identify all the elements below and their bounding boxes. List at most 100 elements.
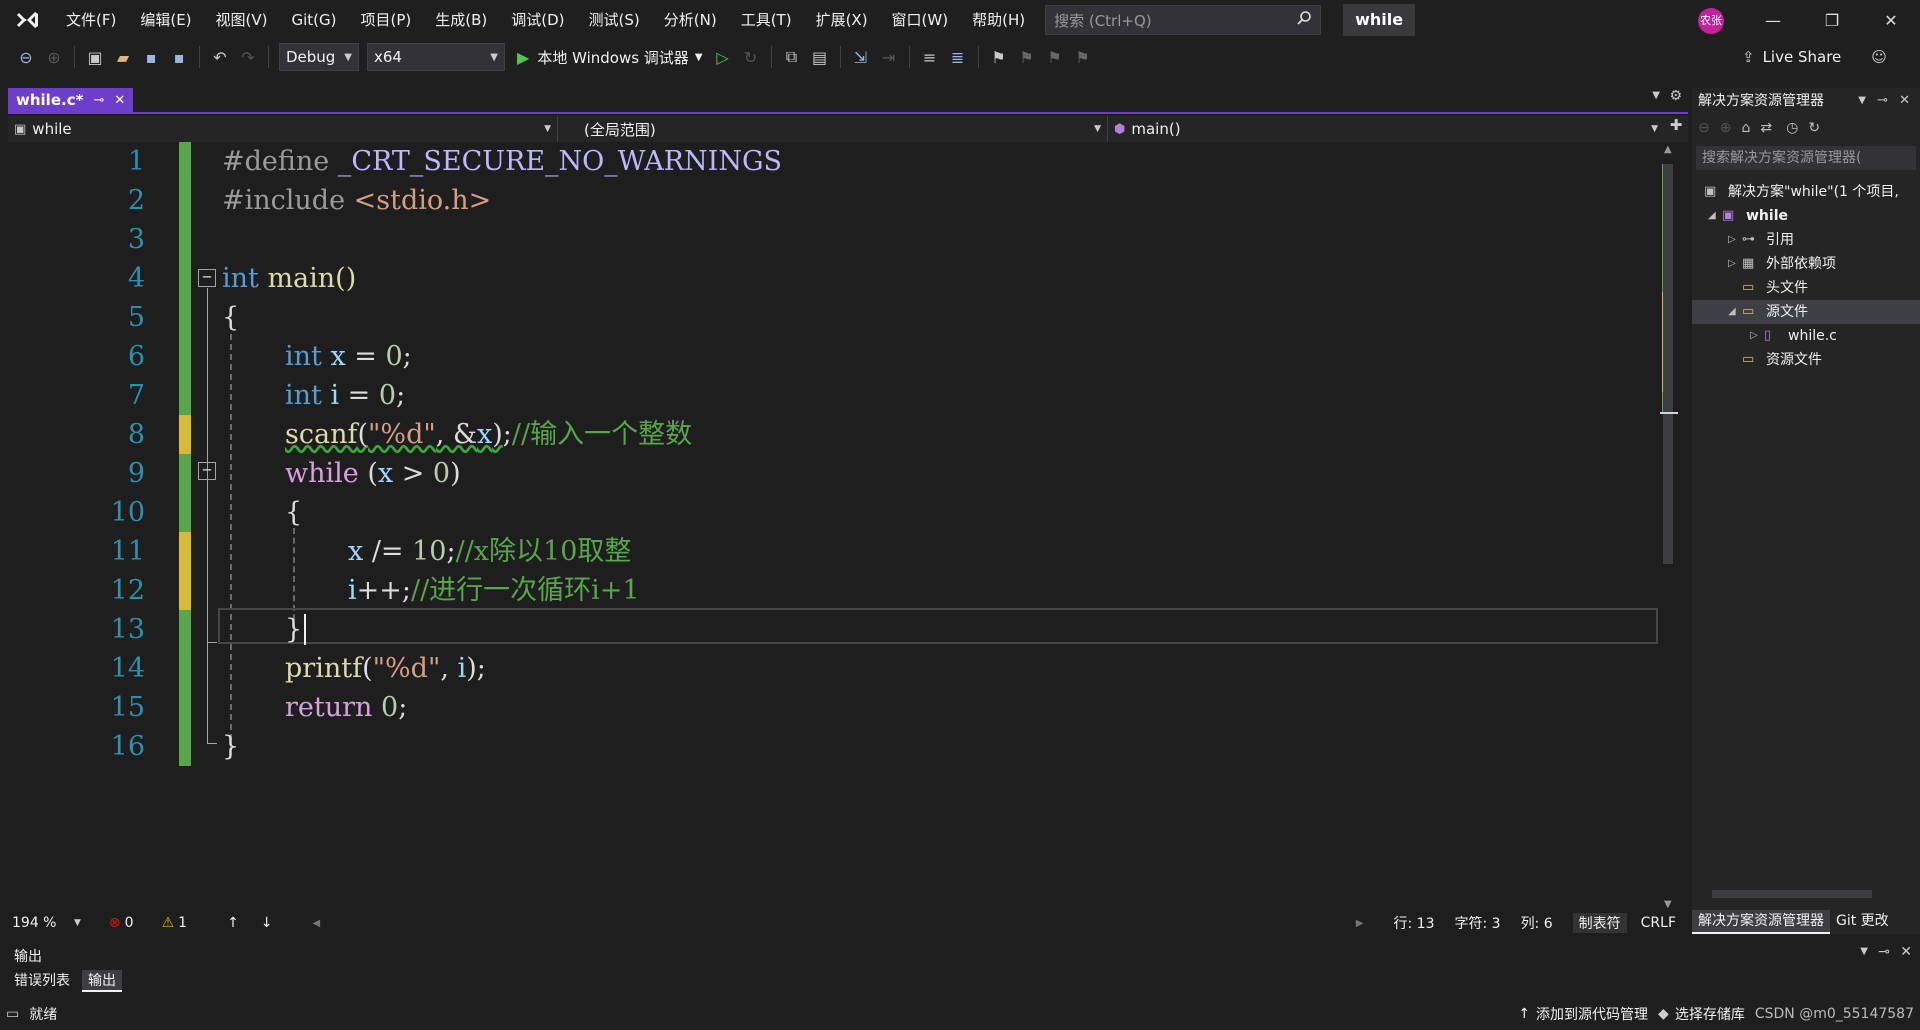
warning-count[interactable]: 1 (178, 915, 187, 931)
open-folder-icon[interactable]: ▰ (111, 45, 135, 69)
browse-icon[interactable]: ⧉ (780, 45, 804, 69)
menu-edit[interactable]: 编辑(E) (128, 0, 203, 40)
next-bookmark-icon[interactable]: ⚑ (1043, 45, 1067, 69)
settings-gear-icon[interactable]: ⚙ (1669, 88, 1682, 104)
tree-item-resource-files[interactable]: ▭ 资源文件 (1742, 348, 1822, 372)
warning-squiggle[interactable]: scanf("%d", &x) (285, 419, 503, 450)
menu-extensions[interactable]: 扩展(X) (804, 0, 880, 40)
forward-icon[interactable]: ⊕ (1720, 120, 1732, 136)
live-share-button[interactable]: ⇪ Live Share ☺ (1742, 44, 1887, 70)
forward-icon[interactable]: ⊕ (42, 45, 66, 69)
pin-icon[interactable]: ⊸ (1878, 944, 1890, 960)
next-issue-icon[interactable]: ↓ (261, 915, 273, 931)
scroll-up-arrow-icon[interactable]: ▲ (1664, 144, 1672, 155)
refresh-icon[interactable]: ↻ (1808, 120, 1820, 136)
collapse-main-icon[interactable]: − (198, 269, 216, 287)
platform-select[interactable]: x64 ▼ (367, 43, 505, 71)
menu-test[interactable]: 测试(S) (577, 0, 652, 40)
menu-tools[interactable]: 工具(T) (729, 0, 804, 40)
feedback-icon[interactable]: ☺ (1871, 48, 1887, 66)
close-icon[interactable]: ✕ (1900, 944, 1912, 960)
tree-item-external-dependencies[interactable]: ▷ ▦ 外部依赖项 (1728, 252, 1836, 276)
minimize-button[interactable]: — (1744, 0, 1802, 40)
project-nav-select[interactable]: ▣ while ▼ (8, 116, 558, 142)
configuration-select[interactable]: Debug ▼ (279, 43, 359, 71)
menu-view[interactable]: 视图(V) (204, 0, 280, 40)
scope-nav-select[interactable]: (全局范围) ▼ (558, 116, 1108, 142)
chevron-down-icon[interactable]: ▼ (1858, 88, 1866, 114)
pin-icon[interactable]: ⊸ (93, 93, 104, 108)
undo-icon[interactable]: ↶ (208, 45, 232, 69)
editor-vertical-scrollbar[interactable]: ▲ ▼ (1660, 142, 1678, 912)
window-layout-icon[interactable]: ▤ (808, 45, 832, 69)
menu-build[interactable]: 生成(B) (423, 0, 499, 40)
select-repository[interactable]: 选择存储库 (1675, 1004, 1745, 1024)
menu-help[interactable]: 帮助(H) (960, 0, 1037, 40)
clear-bookmarks-icon[interactable]: ⚑ (1071, 45, 1095, 69)
menu-window[interactable]: 窗口(W) (880, 0, 961, 40)
indent-mode[interactable]: 制表符 (1572, 913, 1627, 933)
menu-debug[interactable]: 调试(D) (499, 0, 576, 40)
document-tab-while-c[interactable]: while.c* ⊸ ✕ (8, 88, 134, 112)
tree-item-project-while[interactable]: ◢ ▣ while (1708, 204, 1788, 228)
line-ending[interactable]: CRLF (1641, 915, 1676, 931)
repo-icon[interactable]: ◆ (1658, 1006, 1669, 1022)
tree-item-while-c[interactable]: ▷ ▯ while.c (1750, 324, 1837, 348)
collapsed-arrow-icon[interactable]: ▷ (1728, 228, 1742, 252)
menu-git[interactable]: Git(G) (280, 0, 349, 40)
cursor-char[interactable]: 字符: 3 (1454, 913, 1500, 933)
hscroll-right-icon[interactable]: ▶ (1356, 918, 1364, 929)
tab-list-dropdown-icon[interactable]: ▼ (1652, 90, 1660, 101)
prev-bookmark-icon[interactable]: ⚑ (1015, 45, 1039, 69)
scroll-down-arrow-icon[interactable]: ▼ (1664, 899, 1672, 910)
cursor-col[interactable]: 列: 6 (1521, 913, 1553, 933)
expanded-arrow-icon[interactable]: ◢ (1708, 204, 1722, 228)
menu-project[interactable]: 项目(P) (349, 0, 424, 40)
tab-error-list[interactable]: 错误列表 (8, 970, 76, 992)
tree-item-source-files[interactable]: ◢ ▭ 源文件 (1692, 300, 1920, 324)
close-button[interactable]: ✕ (1862, 0, 1920, 40)
start-debugging-button[interactable]: ▶ 本地 Windows 调试器 ▼ (517, 47, 703, 68)
back-icon[interactable]: ⊖ (1698, 120, 1710, 136)
tab-output[interactable]: 输出 (82, 970, 122, 992)
cursor-line[interactable]: 行: 13 (1394, 913, 1435, 933)
split-editor-icon[interactable]: ✚ (1664, 116, 1688, 142)
hot-reload-icon[interactable]: ↻ (739, 45, 763, 69)
collapsed-arrow-icon[interactable]: ▷ (1728, 252, 1742, 276)
collapsed-arrow-icon[interactable]: ▷ (1750, 324, 1764, 348)
save-all-icon[interactable]: ▪ (167, 45, 191, 69)
chevron-down-icon[interactable]: ▼ (74, 918, 81, 928)
uncomment-icon[interactable]: ≣ (946, 45, 970, 69)
pin-icon[interactable]: ⊸ (1877, 88, 1888, 114)
history-icon[interactable]: ◷ (1786, 120, 1798, 136)
home-icon[interactable]: ⌂ (1741, 120, 1750, 136)
zoom-level[interactable]: 194 % (12, 915, 62, 931)
member-nav-select[interactable]: ⬢ main() ▼ (1108, 116, 1664, 142)
visual-studio-logo-icon[interactable] (12, 5, 42, 35)
step-icon[interactable]: ⇲ (849, 45, 873, 69)
add-to-source-control[interactable]: 添加到源代码管理 (1536, 1004, 1648, 1024)
scrollbar-thumb[interactable] (1663, 164, 1673, 564)
close-tab-icon[interactable]: ✕ (114, 93, 125, 108)
redo-icon[interactable]: ↷ (236, 45, 260, 69)
close-icon[interactable]: ✕ (1899, 88, 1910, 114)
upload-arrow-icon[interactable]: ↑ (1518, 1006, 1530, 1022)
menu-file[interactable]: 文件(F) (54, 0, 128, 40)
menu-analyze[interactable]: 分析(N) (652, 0, 729, 40)
global-search-input[interactable]: 搜索 (Ctrl+Q) (1045, 5, 1322, 35)
chevron-down-icon[interactable]: ▼ (1860, 946, 1868, 957)
previous-issue-icon[interactable]: ↑ (227, 915, 239, 931)
step-over-icon[interactable]: ⇥ (877, 45, 901, 69)
tree-item-header-files[interactable]: ▭ 头文件 (1742, 276, 1808, 300)
restore-button[interactable]: ❐ (1803, 0, 1861, 40)
back-icon[interactable]: ⊖ (14, 45, 38, 69)
error-count[interactable]: 0 (125, 915, 134, 931)
bookmark-icon[interactable]: ⚑ (987, 45, 1011, 69)
status-window-icon[interactable]: ▭ (6, 1006, 19, 1022)
solution-explorer-search-input[interactable]: 搜索解决方案资源管理器( (1696, 146, 1916, 170)
start-without-debugging-icon[interactable]: ▷ (711, 45, 735, 69)
expanded-arrow-icon[interactable]: ◢ (1728, 300, 1742, 324)
switch-views-icon[interactable]: ⇄ (1760, 120, 1772, 136)
save-icon[interactable]: ▪ (139, 45, 163, 69)
comment-icon[interactable]: ≡ (918, 45, 942, 69)
